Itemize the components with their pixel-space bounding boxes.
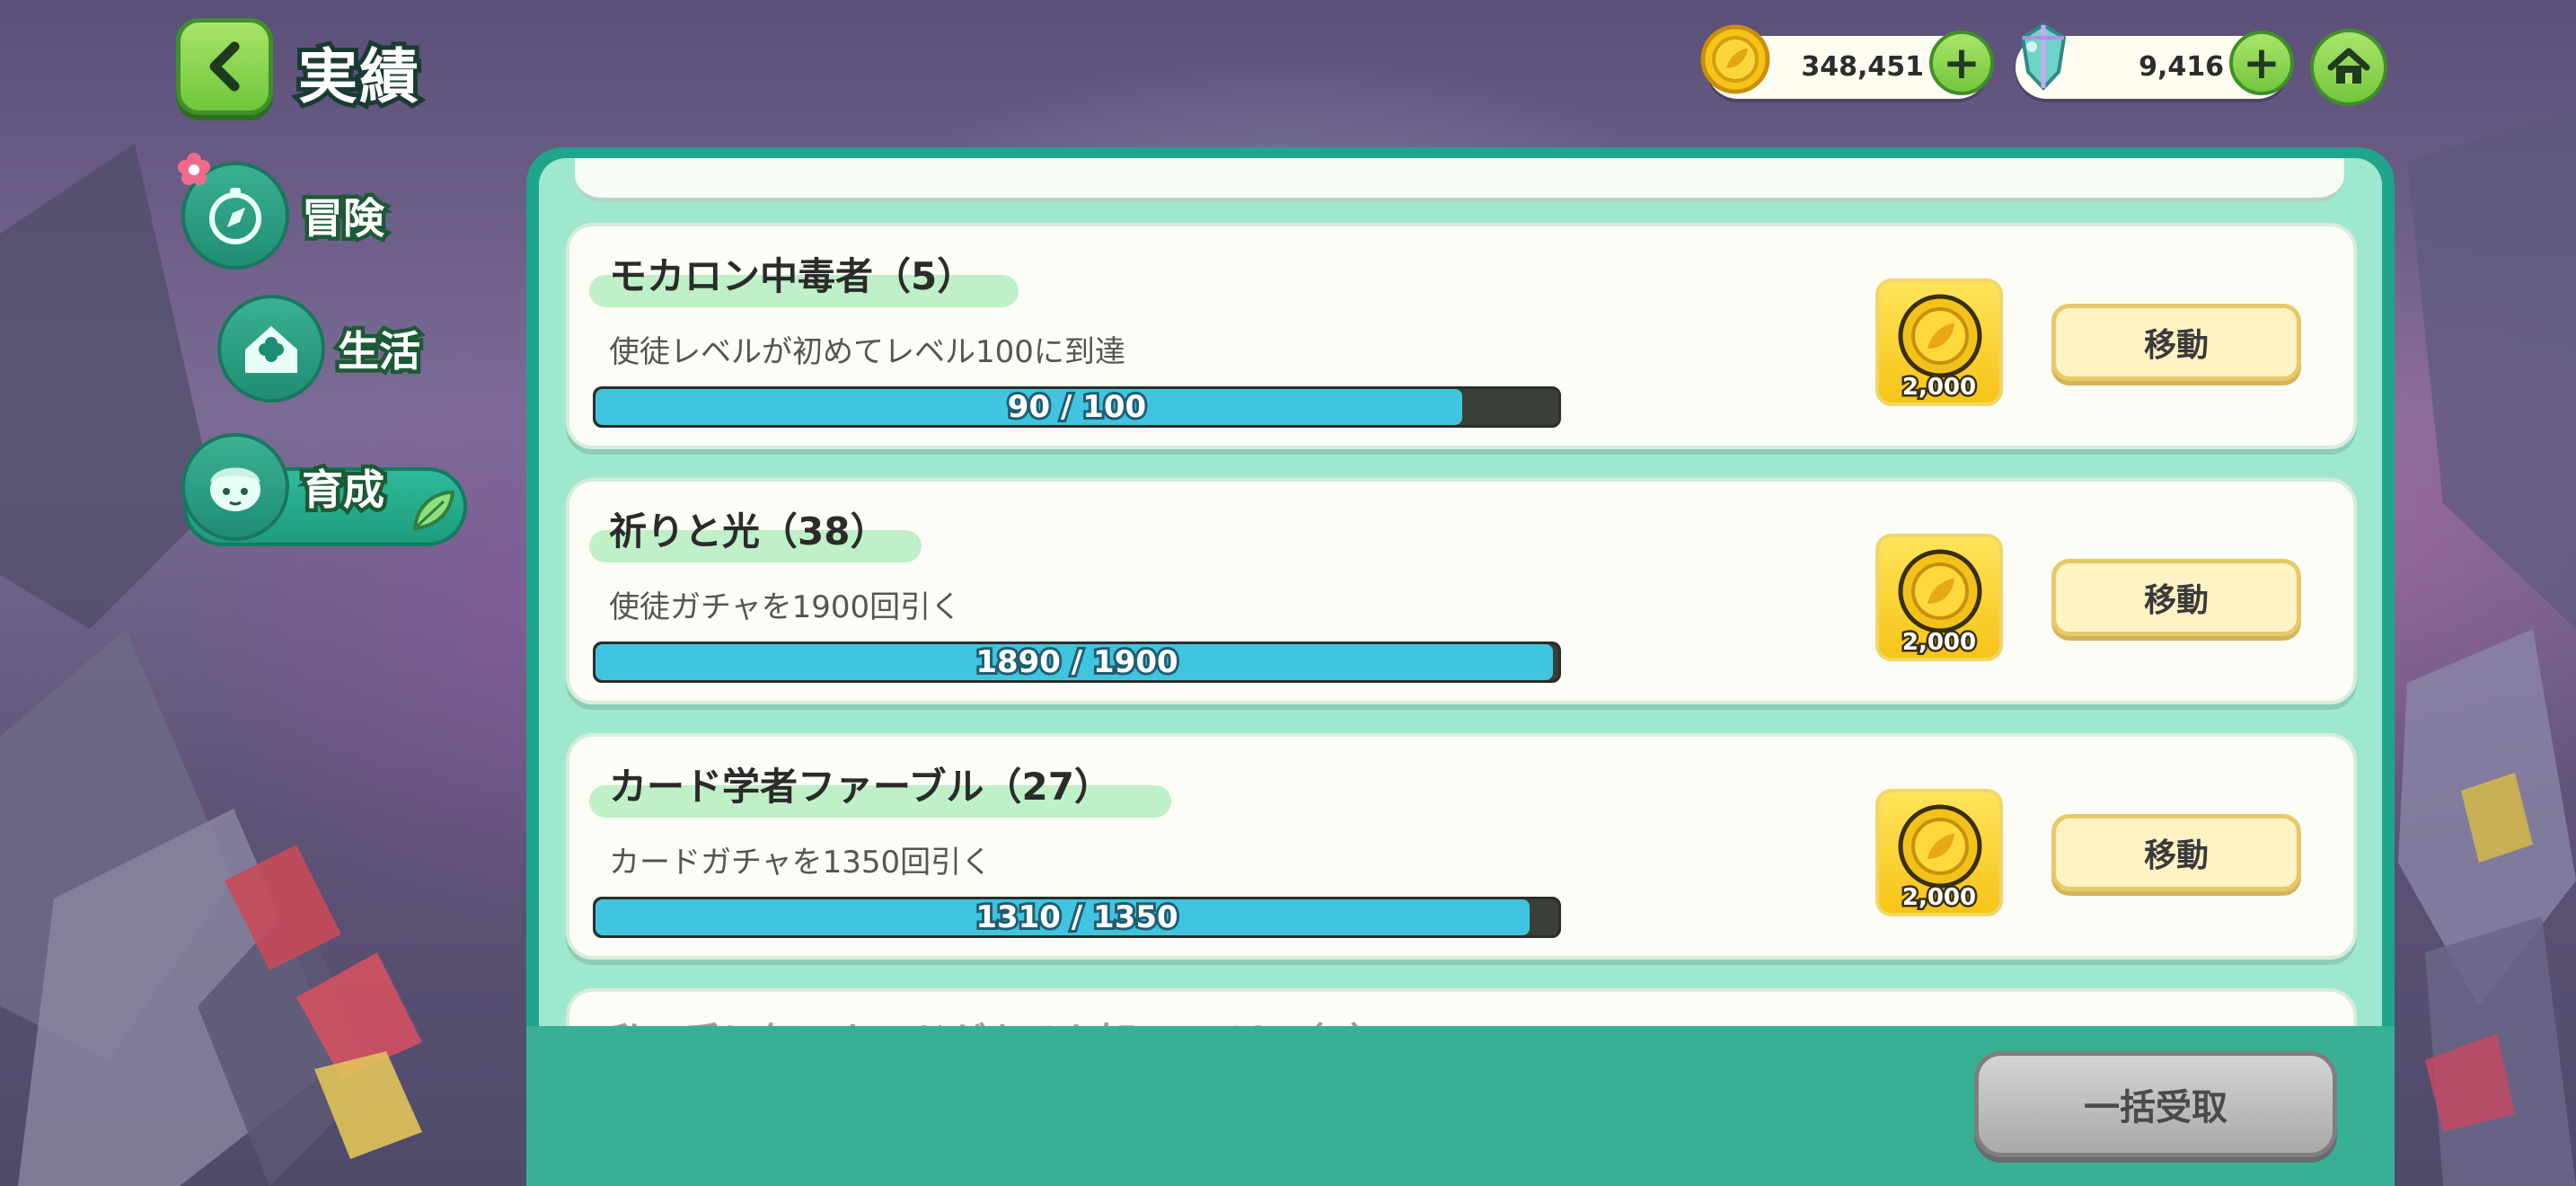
sidebar-item-adventure[interactable]: 冒険	[178, 153, 389, 270]
leaf-icon	[412, 490, 455, 531]
coin-amount: 348,451	[1801, 51, 1924, 83]
achievement-title: 祈りと光（38）	[609, 509, 888, 553]
flower-badge-icon	[178, 153, 210, 185]
reward-tile: 2,000	[1875, 279, 2003, 406]
progress-text: 90 / 100	[1005, 389, 1149, 425]
add-gems-button[interactable]: +	[2229, 31, 2294, 95]
claim-all-button[interactable]: 一括受取	[1974, 1051, 2337, 1157]
progress-text: 1310 / 1350	[973, 899, 1180, 935]
move-button[interactable]: 移動	[2051, 814, 2301, 891]
chevron-left-icon	[209, 41, 240, 92]
achievement-description: 使徒ガチャを1900回引く	[609, 589, 962, 625]
achievement-title: モカロン中毒者（5）	[609, 254, 975, 298]
progress-bar: 90 / 100	[593, 386, 1561, 428]
home-button[interactable]	[2310, 29, 2387, 106]
progress-bar: 1310 / 1350	[593, 897, 1561, 938]
sidebar-circle	[181, 433, 289, 541]
gem-amount: 9,416	[2139, 51, 2224, 83]
list-top-edge	[575, 158, 2344, 202]
achievement-card-partial: 私の手に何のカードがあるか知ってる？（8）	[566, 988, 2357, 1026]
achievement-title: 私の手に何のカードがあるか知ってる？（8）	[609, 1012, 1388, 1026]
reward-tile: 2,000	[1875, 534, 2003, 661]
character-face-icon	[210, 467, 260, 511]
achievements-list[interactable]: モカロン中毒者（5） 使徒レベルが初めてレベル100に到達 90 / 100 2…	[539, 158, 2382, 1026]
sidebar-item-label: 育成	[298, 462, 389, 518]
coin-balance: 348,451 +	[1700, 24, 1994, 99]
sidebar-item-label: 冒険	[298, 190, 389, 247]
back-button[interactable]	[176, 18, 273, 115]
coin-icon	[1898, 804, 1982, 889]
coin-icon	[1898, 294, 1982, 378]
sidebar-item-label: 生活	[334, 323, 425, 380]
home-icon	[2327, 48, 2370, 84]
reward-amount: 2,000	[1900, 882, 1978, 914]
move-button[interactable]: 移動	[2051, 559, 2301, 636]
achievement-card: 祈りと光（38） 使徒ガチャを1900回引く 1890 / 1900 2,000…	[566, 478, 2357, 704]
reward-amount: 2,000	[1900, 627, 1978, 659]
reward-tile: 2,000	[1875, 789, 2003, 916]
house-clover-icon	[245, 326, 297, 373]
add-coins-button[interactable]: +	[1929, 31, 1994, 95]
page-title: 実績	[294, 38, 423, 116]
gem-icon	[2020, 22, 2067, 91]
achievement-card: モカロン中毒者（5） 使徒レベルが初めてレベル100に到達 90 / 100 2…	[566, 223, 2357, 449]
progress-bar: 1890 / 1900	[593, 642, 1561, 683]
sidebar-item-life[interactable]: 生活	[217, 295, 425, 403]
coin-icon	[1898, 549, 1982, 633]
sidebar-item-training[interactable]: 育成	[181, 433, 389, 541]
achievement-description: カードガチャを1350回引く	[609, 845, 992, 881]
achievement-description: 使徒レベルが初めてレベル100に到達	[609, 334, 1125, 370]
achievement-title: カード学者ファーブル（27）	[609, 765, 1112, 809]
sidebar-circle	[217, 295, 325, 403]
compass-icon	[209, 188, 261, 244]
coin-icon	[1700, 24, 1770, 94]
move-button[interactable]: 移動	[2051, 304, 2301, 381]
reward-amount: 2,000	[1900, 372, 1978, 403]
achievement-card: カード学者ファーブル（27） カードガチャを1350回引く 1310 / 135…	[566, 733, 2357, 960]
progress-text: 1890 / 1900	[973, 644, 1180, 680]
gem-balance: 9,416 +	[2016, 22, 2294, 99]
